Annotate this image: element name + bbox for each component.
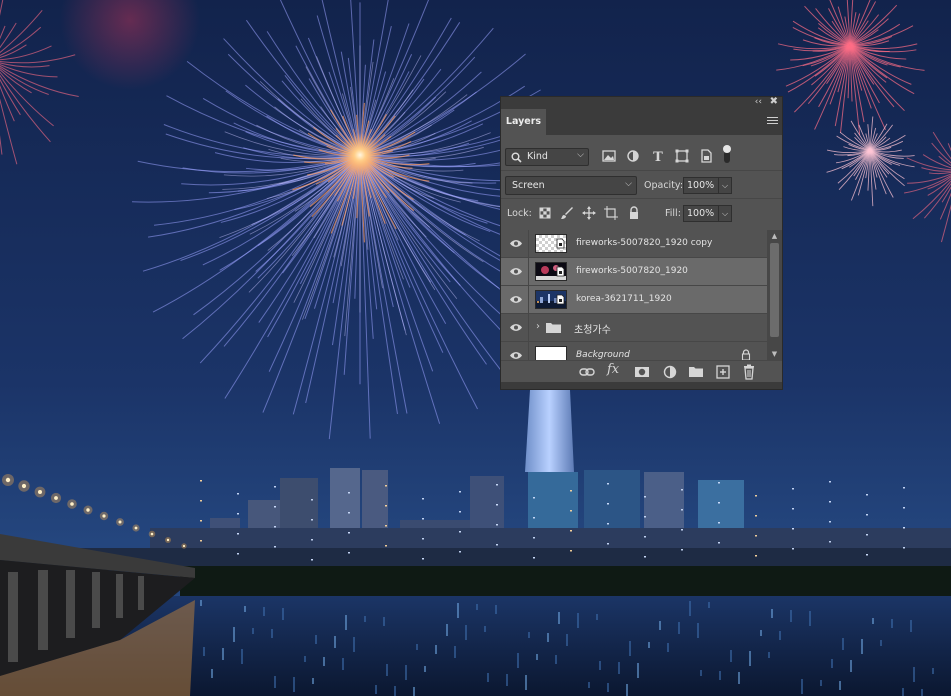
chevron-down-icon: ⌵ — [577, 150, 584, 160]
layer-row[interactable]: korea-3621711_1920 — [501, 286, 767, 314]
layer-list: fireworks-5007820_1920 copy fireworks-50… — [501, 230, 767, 360]
layer-name: fireworks-5007820_1920 copy — [576, 238, 713, 248]
lock-label: Lock: — [507, 208, 532, 219]
panel-title-bar: ‹‹ ✖ — [501, 96, 782, 109]
layers-bottom-toolbar: fx — [501, 360, 782, 383]
filter-toggle-icon[interactable] — [723, 145, 731, 164]
visibility-cell — [501, 286, 529, 313]
layer-thumbnail-white — [535, 346, 567, 360]
smart-object-badge-icon — [556, 238, 565, 249]
group-row[interactable]: › 초청가수 — [501, 314, 767, 342]
lock-transparent-pixels-icon[interactable] — [538, 206, 552, 220]
visibility-cell — [501, 314, 529, 341]
opacity-dropdown-chevron-icon[interactable]: ⌵ — [718, 177, 732, 194]
layer-name: korea-3621711_1920 — [576, 294, 672, 304]
panel-resize-strip — [501, 382, 782, 389]
smart-object-badge-icon — [556, 294, 565, 305]
layer-name: Background — [576, 350, 630, 360]
visibility-cell — [501, 258, 529, 285]
close-icon[interactable]: ✖ — [770, 96, 778, 107]
canvas-photo — [0, 0, 951, 696]
new-group-icon[interactable] — [688, 364, 704, 380]
layer-row[interactable]: fireworks-5007820_1920 — [501, 258, 767, 286]
lock-all-icon[interactable] — [627, 206, 641, 220]
layer-thumbnail-transparent — [535, 234, 567, 253]
kind-filter-select[interactable]: Kind ⌵ — [505, 148, 589, 166]
link-layers-icon[interactable] — [579, 364, 595, 380]
fill-field[interactable]: 100% — [683, 205, 719, 222]
double-chevron-left-icon[interactable]: ‹‹ — [755, 97, 762, 107]
layer-name: fireworks-5007820_1920 — [576, 266, 688, 276]
folder-icon — [546, 323, 561, 333]
lock-position-icon[interactable] — [582, 206, 596, 220]
lock-row: Lock: Fill: 100% ⌵ — [501, 203, 782, 225]
tab-layers[interactable]: Layers — [501, 109, 546, 135]
eye-icon[interactable] — [509, 351, 523, 360]
fx-icon[interactable]: fx — [607, 362, 623, 378]
scroll-thumb[interactable] — [770, 243, 779, 337]
layer-thumbnail-fireworks — [535, 262, 567, 281]
fill-label: Fill: — [665, 208, 681, 219]
eye-icon[interactable] — [509, 267, 523, 276]
lock-image-pixels-icon[interactable] — [560, 206, 574, 220]
layer-row[interactable]: fireworks-5007820_1920 copy — [501, 230, 767, 258]
trash-icon[interactable] — [741, 364, 757, 380]
blend-mode-value: Screen — [512, 180, 545, 191]
lock-artboard-icon[interactable] — [604, 206, 618, 220]
kind-label: Kind — [527, 151, 548, 162]
panel-tab-bar: Layers — [501, 109, 782, 135]
fill-dropdown-chevron-icon[interactable]: ⌵ — [718, 205, 732, 222]
visibility-cell — [501, 230, 529, 257]
eye-icon[interactable] — [509, 239, 523, 248]
shape-filter-icon[interactable] — [674, 148, 690, 164]
type-filter-icon[interactable]: T — [650, 148, 666, 164]
layer-thumbnail-city — [535, 290, 567, 309]
chevron-right-icon[interactable]: › — [536, 321, 540, 332]
opacity-field[interactable]: 100% — [683, 177, 719, 194]
smart-object-badge-icon — [556, 266, 565, 277]
eye-icon[interactable] — [509, 323, 523, 332]
layer-row[interactable]: Background — [501, 342, 767, 360]
eye-icon[interactable] — [509, 295, 523, 304]
layer-list-scrollbar[interactable]: ▲ ▼ — [767, 230, 782, 360]
lock-icon — [741, 349, 751, 360]
chevron-down-icon: ⌵ — [625, 179, 632, 189]
svg-text:T: T — [653, 150, 663, 164]
blend-mode-select[interactable]: Screen ⌵ — [505, 176, 637, 195]
search-icon — [511, 152, 522, 163]
hamburger-menu-icon[interactable] — [767, 117, 778, 127]
blend-row: Screen ⌵ Opacity: 100% ⌵ — [501, 175, 782, 197]
group-name: 초청가수 — [574, 325, 611, 336]
layers-panel: ‹‹ ✖ Layers Kind ⌵ T Screen ⌵ Opacity: 1… — [500, 96, 783, 390]
filter-row: Kind ⌵ T — [501, 145, 782, 168]
adjustment-filter-icon[interactable] — [625, 148, 641, 164]
smart-object-filter-icon[interactable] — [698, 148, 714, 164]
new-layer-icon[interactable] — [715, 364, 731, 380]
image-filter-icon[interactable] — [601, 148, 617, 164]
visibility-cell — [501, 342, 529, 360]
scroll-up-icon[interactable]: ▲ — [767, 230, 782, 242]
add-mask-icon[interactable] — [634, 364, 650, 380]
adjustment-layer-icon[interactable] — [662, 364, 678, 380]
scroll-down-icon[interactable]: ▼ — [767, 348, 782, 360]
opacity-label: Opacity: — [644, 180, 684, 191]
